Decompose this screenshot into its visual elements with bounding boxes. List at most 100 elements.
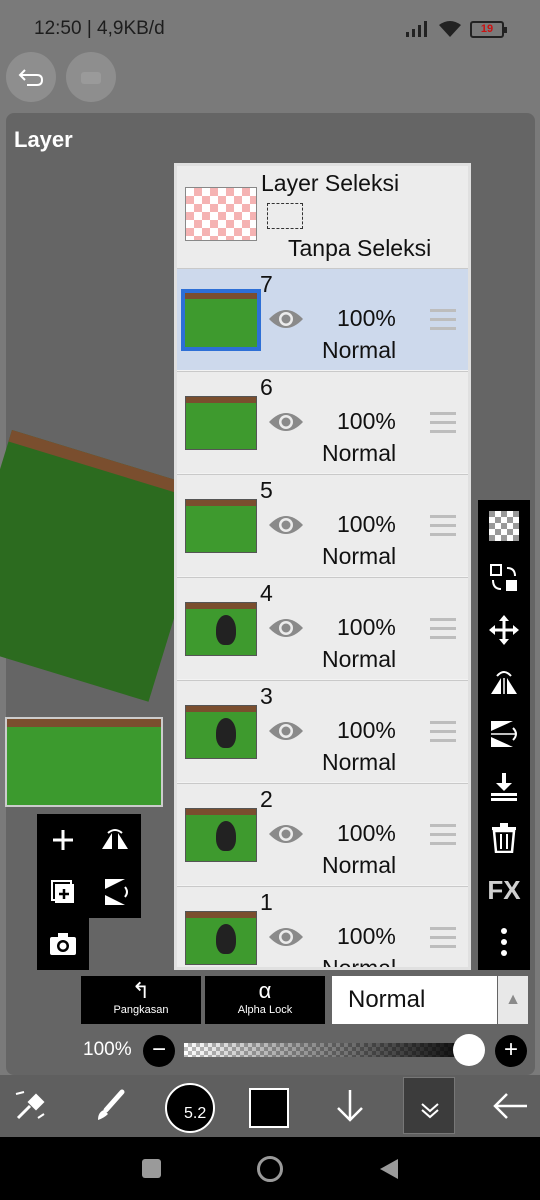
clipping-button[interactable]: ↰ Pangkasan [81,976,201,1024]
layer-thumbnail [185,808,257,862]
flip-vertical-button[interactable] [89,866,141,918]
redo-button[interactable] [66,52,116,102]
layer-blend-mode: Normal [322,440,397,466]
visibility-eye-icon[interactable] [267,513,305,537]
drag-handle-icon[interactable] [430,515,456,537]
flip-vertical-icon [491,721,517,747]
layer-row[interactable]: 3 100% Normal [177,680,468,782]
opacity-slider[interactable] [184,1043,479,1057]
color-swatch-button[interactable] [249,1088,289,1128]
opacity-increase-button[interactable]: + [495,1035,527,1067]
layer-row[interactable]: 6 100% Normal [177,371,468,473]
transparency-button[interactable] [478,500,530,552]
layer-number: 2 [260,786,273,812]
checkerboard-icon [489,511,519,541]
recents-icon[interactable] [142,1159,161,1178]
layer-blend-mode: Normal [322,646,397,672]
opacity-decrease-button[interactable]: − [143,1035,175,1067]
blend-mode-select[interactable]: Normal [332,976,497,1024]
brush-tool-button[interactable] [80,1075,140,1137]
alpha-lock-label: Alpha Lock [237,1004,293,1016]
blend-mode-dropdown-arrow-icon[interactable]: ▲ [498,976,528,1024]
selection-layer-row[interactable]: Layer Seleksi Tanpa Seleksi [177,166,468,268]
drag-handle-icon[interactable] [430,721,456,743]
drag-handle-icon[interactable] [430,618,456,640]
drag-handle-icon[interactable] [430,412,456,434]
flip-vertical-layer-button[interactable] [478,708,530,760]
visibility-eye-icon[interactable] [267,410,305,434]
layer-thumbnail [185,705,257,759]
visibility-eye-icon[interactable] [267,616,305,640]
layer-blend-mode: Normal [322,955,397,970]
layers-panel-button[interactable] [403,1077,455,1134]
selection-layer-title: Layer Seleksi [261,170,400,196]
layer-list[interactable]: Layer Seleksi Tanpa Seleksi 7 100% Normal 6… [174,163,471,970]
layer-row[interactable]: 1 100% Normal [177,886,468,970]
fx-button[interactable]: FX [478,864,530,916]
layer-opacity: 100% [337,923,396,949]
opacity-slider-handle[interactable] [453,1034,485,1066]
clipping-label: Pangkasan [113,1004,169,1016]
layer-opacity: 100% [337,614,396,640]
flip-vertical-icon [105,879,128,905]
layer-opacity: 100% [337,305,396,331]
canvas-thumbnail[interactable] [5,717,163,807]
back-button[interactable] [480,1075,540,1137]
layer-thumbnail [185,911,257,965]
home-icon[interactable] [257,1156,283,1182]
clipping-icon: ↰ [131,978,151,1003]
transform-tool-button[interactable] [0,1075,60,1137]
flip-horizontal-button[interactable] [89,814,141,866]
system-navigation-bar [0,1137,540,1200]
arrow-left-icon [493,1093,527,1119]
layer-number: 7 [260,271,273,297]
lock-icon: α [258,978,272,1003]
flip-horizontal-icon [102,829,128,849]
layer-thumbnail [185,602,257,656]
alpha-lock-button[interactable]: α Alpha Lock [205,976,325,1024]
visibility-eye-icon[interactable] [267,307,305,331]
move-down-button[interactable] [320,1075,380,1137]
arrow-down-icon [337,1090,363,1122]
drag-handle-icon[interactable] [430,824,456,846]
panel-title: Layer [14,127,73,152]
layer-thumbnail [185,499,257,553]
back-nav-icon[interactable] [378,1157,400,1181]
more-vertical-icon [501,928,507,956]
left-layer-tools [31,814,141,971]
swap-icon [490,564,517,591]
layer-blend-mode: Normal [322,852,397,878]
swap-layer-button[interactable] [478,552,530,604]
camera-button[interactable] [37,918,89,970]
layer-opacity: 100% [337,511,396,537]
add-copy-layer-button[interactable] [37,866,89,918]
move-icon [489,615,519,645]
layer-opacity: 100% [337,820,396,846]
layer-row[interactable]: 4 100% Normal [177,577,468,679]
signal-icon [406,21,427,37]
layer-number: 1 [260,889,273,915]
visibility-eye-icon[interactable] [267,925,305,949]
visibility-eye-icon[interactable] [267,822,305,846]
layer-blend-mode: Normal [322,749,397,775]
move-button[interactable] [478,604,530,656]
layer-row[interactable]: 2 100% Normal [177,783,468,885]
drag-handle-icon[interactable] [430,927,456,949]
more-options-button[interactable] [478,916,530,968]
battery-icon: 19 [470,20,507,38]
visibility-eye-icon[interactable] [267,719,305,743]
layer-number: 5 [260,477,273,503]
layer-number: 4 [260,580,273,606]
delete-layer-button[interactable] [478,812,530,864]
copy-layer-icon [51,880,74,903]
merge-down-button[interactable] [478,760,530,812]
drag-handle-icon[interactable] [430,309,456,331]
wifi-icon [439,21,461,37]
brush-size-value: 5.2 [184,1105,207,1122]
undo-button[interactable] [6,52,56,102]
flip-horizontal-layer-button[interactable] [478,656,530,708]
layer-row[interactable]: 5 100% Normal [177,474,468,576]
add-layer-button[interactable] [37,814,89,866]
chevron-double-down-icon [421,1103,439,1119]
layer-row[interactable]: 7 100% Normal [177,268,468,370]
